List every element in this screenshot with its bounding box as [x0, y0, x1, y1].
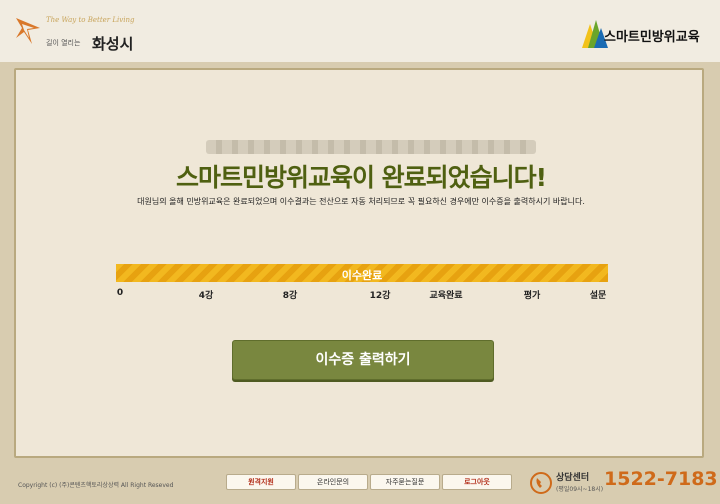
completion-panel: 스마트민방위교육이 완료되었습니다! 대원님의 올해 민방위교육은 완료되었으며…: [14, 68, 704, 458]
brand-name: 스마트민방위교육: [604, 30, 700, 45]
step-label-4: 4강: [198, 291, 214, 301]
print-certificate-button[interactable]: 이수증 출력하기: [232, 340, 494, 380]
step-label-12: 12강: [369, 291, 391, 301]
logo-slogan: 길이 열리는: [46, 39, 81, 47]
completion-description: 대원님의 올해 민방위교육은 완료되었으며 이수결과는 전산으로 자동 처리되므…: [137, 197, 585, 206]
step-label-8: 8강: [282, 291, 298, 301]
remote-support-button[interactable]: 원격지원: [226, 474, 296, 490]
logo-tagline: The Way to Better Living: [46, 16, 135, 24]
faq-button[interactable]: 자주묻는질문: [370, 474, 440, 490]
hwaseong-city-logo[interactable]: The Way to Better Living 길이 열리는 화성시: [14, 14, 154, 54]
step-label-0: 0: [116, 288, 124, 298]
star-logo-icon: [16, 18, 40, 44]
call-center-phone: 1522-7183: [604, 468, 718, 490]
logo-city-name: 화성시: [92, 35, 134, 53]
copyright-text: Copyright (c) (주)콘텐츠핵토리상상력 All Right Res…: [18, 482, 174, 489]
footer: Copyright (c) (주)콘텐츠핵토리상상력 All Right Res…: [0, 462, 720, 504]
logout-button[interactable]: 로그아웃: [442, 474, 512, 490]
online-inquiry-button[interactable]: 온라인문의: [298, 474, 368, 490]
call-center-hours: (평일09시~18시): [556, 486, 604, 493]
call-center-label: 상담센터: [556, 473, 590, 483]
progress-steps: 0 4강 8강 12강 교육완료 평가 설문: [16, 288, 706, 302]
step-label-survey: 설문: [589, 291, 607, 301]
phone-icon: [530, 472, 552, 494]
user-name-blurred: [206, 140, 536, 154]
step-label-complete: 교육완료: [429, 291, 463, 301]
top-header: The Way to Better Living 길이 열리는 화성시 스마트민…: [0, 0, 720, 62]
progress-bar: 이수완료: [116, 264, 608, 282]
smart-civil-defense-logo[interactable]: 스마트민방위교육: [582, 18, 708, 52]
completion-headline: 스마트민방위교육이 완료되었습니다!: [175, 163, 547, 192]
step-label-evaluation: 평가: [523, 291, 541, 301]
progress-label: 이수완료: [341, 269, 383, 282]
